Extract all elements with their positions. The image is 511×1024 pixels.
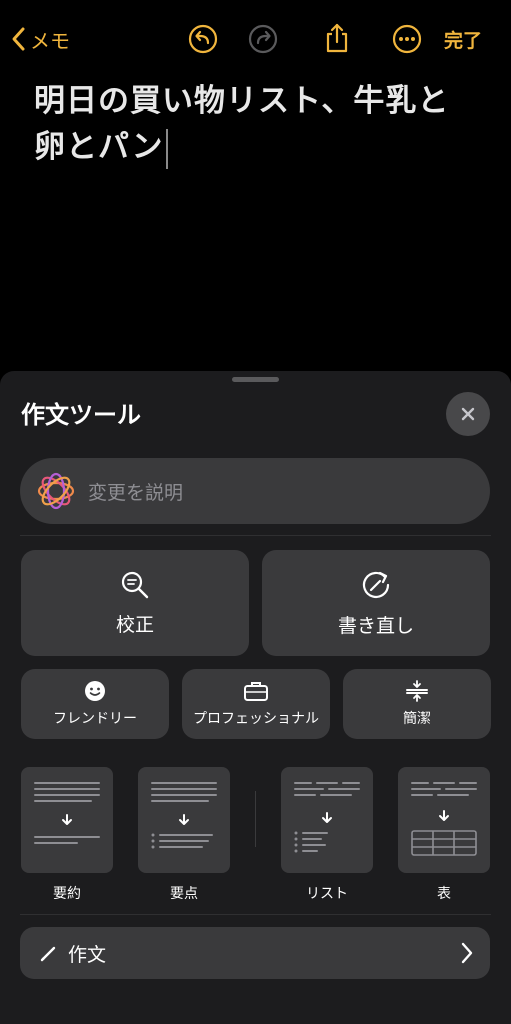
share-icon: [326, 23, 348, 53]
divider: [255, 791, 256, 847]
proofread-label: 校正: [115, 613, 154, 636]
sheet-grabber[interactable]: [232, 377, 279, 382]
professional-button[interactable]: プロフェッショナル: [182, 669, 330, 739]
key-points-button[interactable]: [138, 767, 230, 873]
apple-intelligence-icon: [37, 472, 75, 510]
concise-label: 簡潔: [403, 711, 431, 727]
pencil-icon: [40, 946, 56, 962]
proofread-button[interactable]: 校正: [21, 550, 249, 656]
close-button[interactable]: [446, 392, 490, 436]
summary-icon: [34, 782, 100, 844]
concise-icon: [406, 680, 428, 702]
table-label: 表: [437, 886, 451, 902]
divider: [20, 535, 491, 536]
summary-button[interactable]: [21, 767, 113, 873]
describe-change-input[interactable]: 変更を説明: [20, 458, 490, 524]
rewrite-icon: [362, 571, 390, 598]
compose-button[interactable]: 作文: [20, 927, 490, 979]
key-points-label: 要点: [170, 886, 198, 902]
compose-label: 作文: [68, 943, 107, 966]
describe-placeholder: 変更を説明: [88, 481, 184, 504]
done-button[interactable]: 完了: [444, 24, 482, 54]
share-button[interactable]: [320, 20, 354, 56]
divider: [20, 914, 491, 915]
smiley-icon: [85, 681, 105, 701]
undo-button[interactable]: [186, 22, 220, 56]
proofread-icon: [121, 571, 149, 598]
list-button[interactable]: [281, 767, 373, 873]
redo-icon: [248, 24, 278, 54]
back-label: メモ: [30, 28, 70, 53]
chevron-right-icon: [461, 942, 473, 964]
rewrite-label: 書き直し: [337, 614, 414, 637]
text-cursor: [165, 128, 168, 169]
friendly-label: フレンドリー: [53, 711, 137, 727]
key-points-icon: [151, 782, 217, 849]
list-icon: [294, 782, 360, 853]
rewrite-button[interactable]: 書き直し: [262, 550, 490, 656]
back-button[interactable]: メモ: [10, 22, 70, 56]
notes-toolbar: メモ 完了: [0, 0, 511, 80]
table-icon: [411, 782, 477, 856]
more-button[interactable]: [390, 22, 424, 56]
briefcase-icon: [244, 682, 268, 701]
concise-button[interactable]: 簡潔: [343, 669, 491, 739]
table-button[interactable]: [398, 767, 490, 873]
note-body[interactable]: 明日の買い物リスト、牛乳と卵とパン: [34, 78, 474, 170]
note-text: 明日の買い物リスト、牛乳と卵とパン: [34, 83, 450, 165]
summary-label: 要約: [53, 886, 81, 902]
friendly-button[interactable]: フレンドリー: [21, 669, 169, 739]
more-icon: [392, 24, 422, 54]
professional-label: プロフェッショナル: [193, 711, 319, 727]
writing-tools-sheet: 作文ツール 変更を説明 校正 書き直し フレンドリー プロフェッショナル 簡潔 …: [0, 371, 511, 1024]
undo-icon: [188, 24, 218, 54]
redo-button[interactable]: [246, 22, 280, 56]
sheet-title: 作文ツール: [21, 401, 141, 429]
list-label: リスト: [306, 886, 348, 902]
close-icon: [461, 407, 475, 421]
chevron-left-icon: [12, 27, 25, 51]
